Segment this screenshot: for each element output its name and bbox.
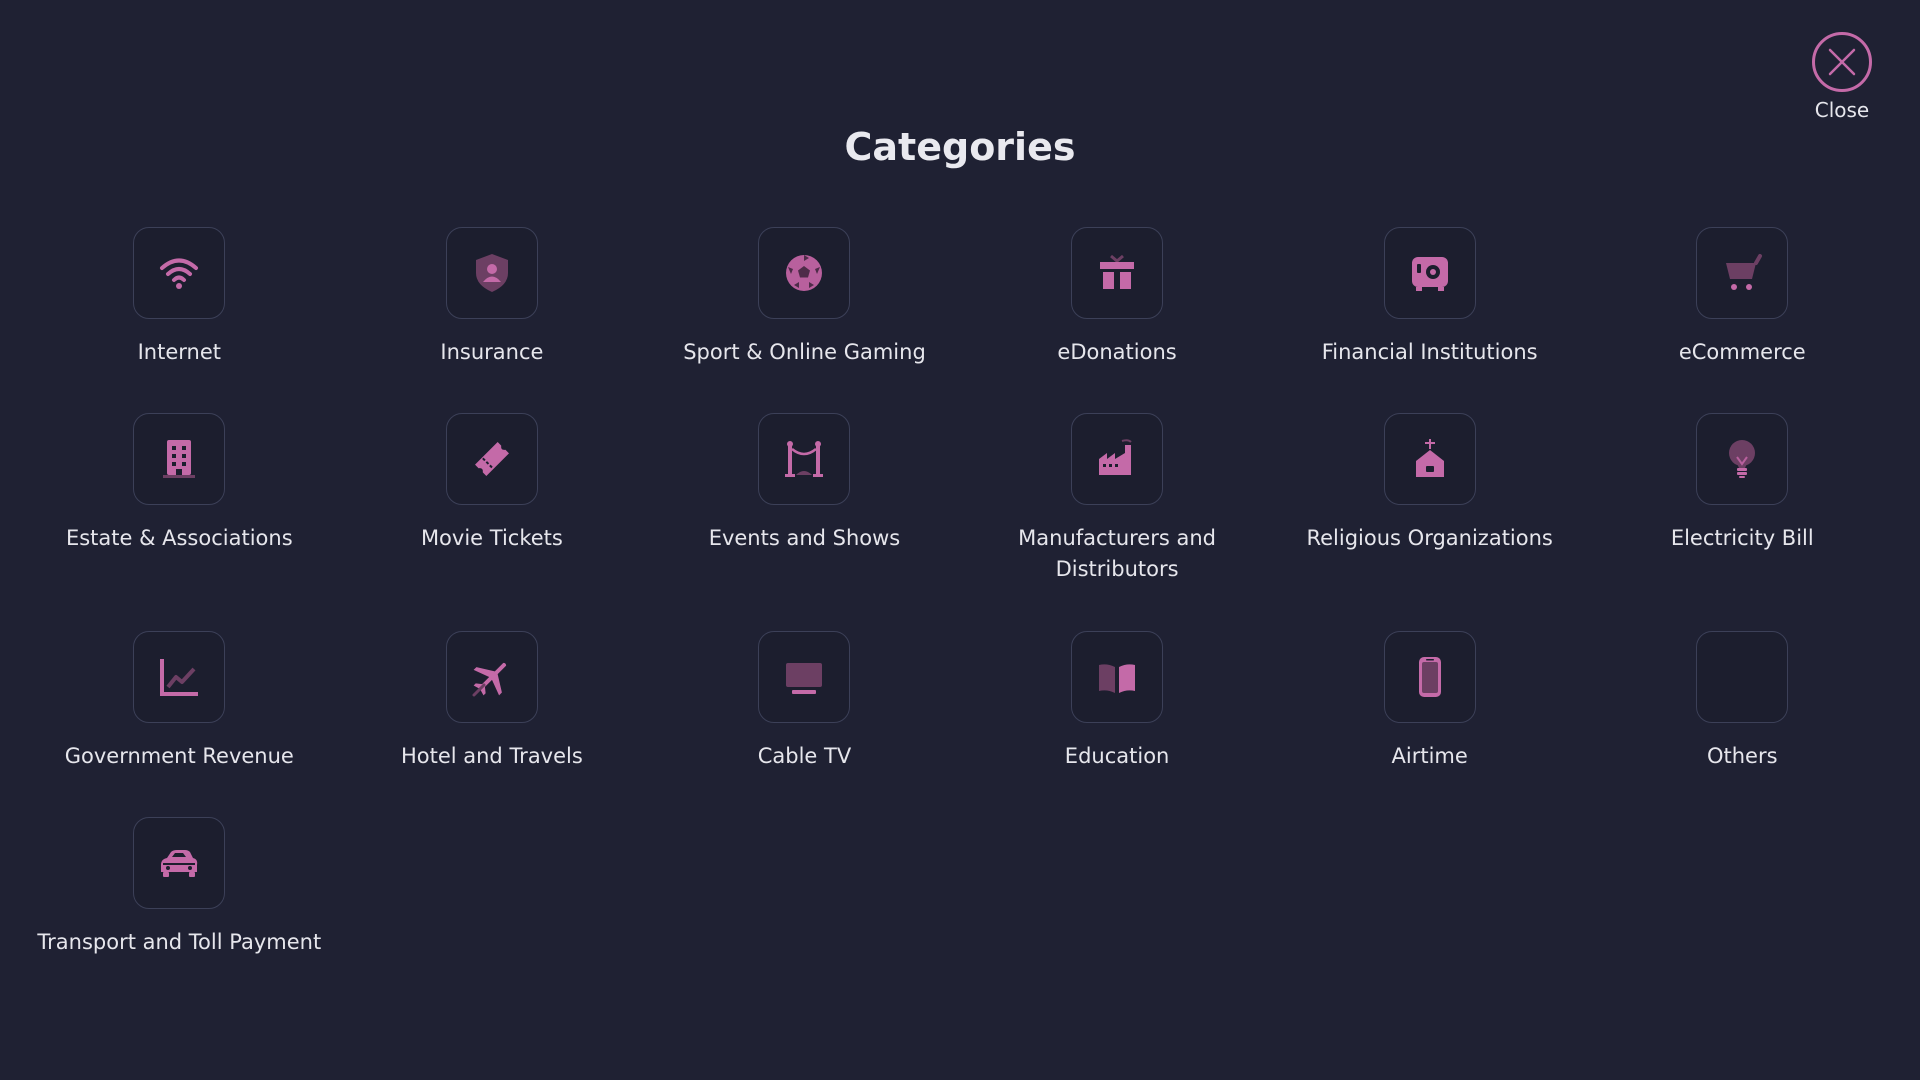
building-icon[interactable] [133,413,226,505]
blank-icon[interactable] [1696,631,1789,723]
phone-icon[interactable] [1383,631,1476,723]
category-label: Electricity Bill [1670,526,1814,550]
category-estate-associations[interactable]: Estate & Associations [23,413,336,631]
category-sport-online-gaming[interactable]: Sport & Online Gaming [648,227,961,413]
category-row: Transport and Toll Payment [23,817,1899,1003]
category-label: Insurance [440,340,544,364]
category-movie-tickets[interactable]: Movie Tickets [336,413,649,631]
category-label: Airtime [1391,744,1468,768]
category-label: Estate & Associations [65,526,293,550]
category-cable-tv[interactable]: Cable TV [648,631,961,817]
category-label: Others [1706,744,1778,768]
category-electricity-bill[interactable]: Electricity Bill [1586,413,1899,631]
category-edonations[interactable]: eDonations [961,227,1274,413]
category-label: Religious Organizations [1306,526,1553,550]
close-icon[interactable] [1812,32,1872,92]
category-internet[interactable]: Internet [23,227,336,413]
cart-icon[interactable] [1696,227,1789,319]
category-others[interactable]: Others [1586,631,1899,817]
category-label: Movie Tickets [420,526,563,550]
lightbulb-icon[interactable] [1696,413,1789,505]
category-label: Government Revenue [64,744,294,768]
category-row: Estate & Associations Movie Tickets Even… [23,413,1899,631]
wifi-icon[interactable] [133,227,226,319]
category-label: Sport & Online Gaming [683,340,926,364]
category-transport-toll-payment[interactable]: Transport and Toll Payment [23,817,336,1003]
category-religious-organizations[interactable]: Religious Organizations [1273,413,1586,631]
category-education[interactable]: Education [961,631,1274,817]
chart-line-icon[interactable] [133,631,226,723]
category-row: Government Revenue Hotel and Travels Cab… [23,631,1899,817]
category-row: Internet Insurance Sport & Online Gaming… [23,227,1899,413]
category-insurance[interactable]: Insurance [336,227,649,413]
car-icon[interactable] [133,817,226,909]
category-label: Cable TV [757,744,852,768]
category-government-revenue[interactable]: Government Revenue [23,631,336,817]
category-label: eCommerce [1678,340,1806,364]
categories-page: Close Categories Internet Insurance Spor… [0,0,1920,1080]
rope-barrier-icon[interactable] [758,413,851,505]
category-label: Hotel and Travels [400,744,583,768]
tv-icon[interactable] [758,631,851,723]
category-financial-institutions[interactable]: Financial Institutions [1273,227,1586,413]
soccer-ball-icon[interactable] [758,227,851,319]
factory-icon[interactable] [1071,413,1164,505]
category-airtime[interactable]: Airtime [1273,631,1586,817]
category-label: Manufacturers and Distributors [1018,526,1216,581]
church-icon[interactable] [1383,413,1476,505]
close-button[interactable]: Close [1810,32,1874,122]
category-grid: Internet Insurance Sport & Online Gaming… [23,227,1899,1003]
book-icon[interactable] [1071,631,1164,723]
gift-icon[interactable] [1071,227,1164,319]
shield-user-icon[interactable] [445,227,538,319]
category-label: Education [1064,744,1170,768]
category-ecommerce[interactable]: eCommerce [1586,227,1899,413]
safe-icon[interactable] [1383,227,1476,319]
category-label: eDonations [1057,340,1177,364]
category-hotel-travels[interactable]: Hotel and Travels [336,631,649,817]
close-label: Close [1814,98,1870,122]
category-events-shows[interactable]: Events and Shows [648,413,961,631]
category-label: Financial Institutions [1321,340,1538,364]
page-title: Categories [844,125,1076,169]
ticket-icon[interactable] [445,413,538,505]
category-label: Internet [137,340,221,364]
category-label: Events and Shows [708,526,901,550]
category-label: Transport and Toll Payment [37,930,322,954]
plane-icon[interactable] [445,631,538,723]
category-manufacturers-distributors[interactable]: Manufacturers and Distributors [961,413,1274,631]
